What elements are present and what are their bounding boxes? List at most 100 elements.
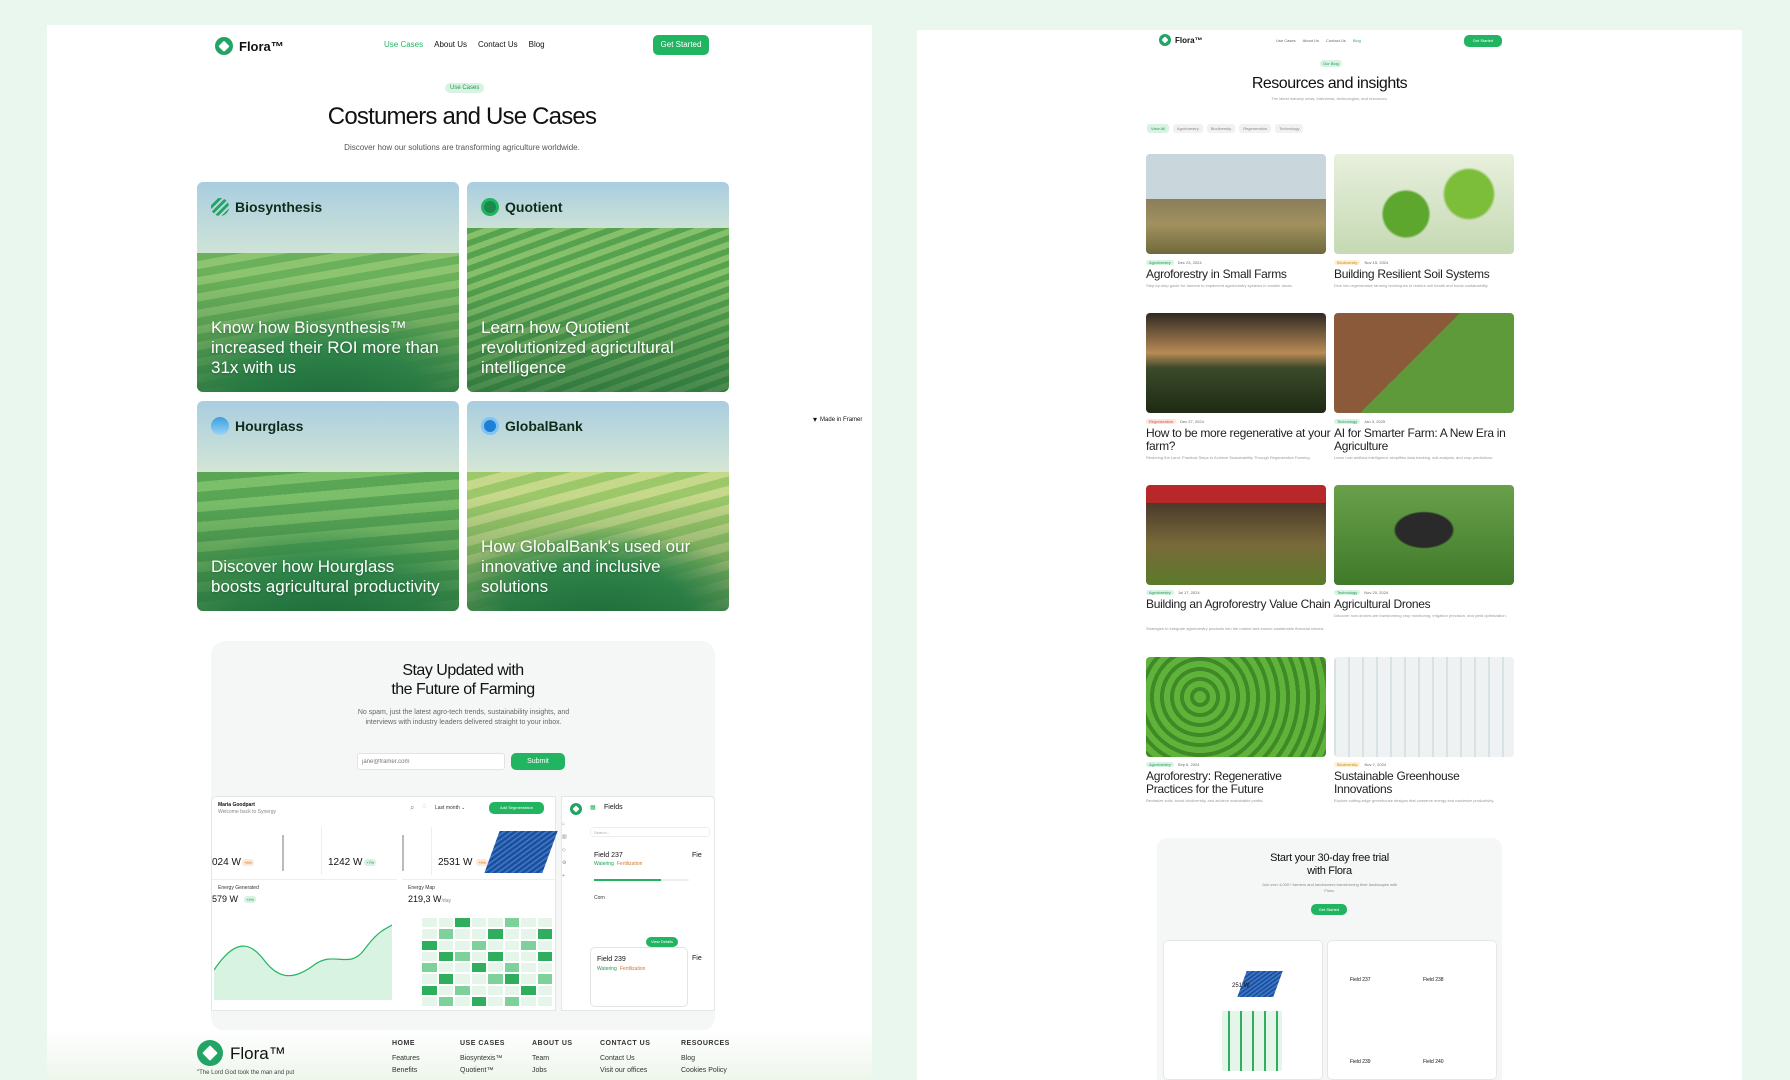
- search-icon[interactable]: ⌕: [410, 803, 414, 813]
- footer-link[interactable]: Visit our offices: [600, 1067, 650, 1074]
- post-image-greenhouse[interactable]: [1334, 657, 1514, 757]
- trial-get-started-button[interactable]: Get Started: [1311, 904, 1347, 915]
- globalbank-logo-icon: [481, 417, 499, 435]
- filter-biodiversity[interactable]: Biodiversity: [1206, 124, 1236, 133]
- post-desc: Restoring the Land: Practical Steps to A…: [1146, 455, 1310, 460]
- post-image-seedlings[interactable]: [1334, 154, 1514, 254]
- view-details-button[interactable]: View Details: [646, 937, 678, 947]
- post-title[interactable]: How to be more regenerative at your farm…: [1146, 427, 1331, 453]
- footer: Flora™ "The Lord God took the man and pu…: [47, 1030, 872, 1080]
- home-icon[interactable]: ⌂: [562, 821, 568, 827]
- case-card-quotient[interactable]: Quotient Learn how Quotient revolutioniz…: [467, 182, 729, 392]
- get-started-button[interactable]: Get Started: [1464, 35, 1502, 47]
- energy-line-chart: [214, 924, 393, 1000]
- metric-value: 024 W: [212, 857, 241, 868]
- post-title[interactable]: Agroforestry: Regenerative Practices for…: [1146, 770, 1331, 796]
- nav-link-contact[interactable]: Contact Us: [1326, 38, 1346, 43]
- field-tags: Watering Fertilization: [597, 966, 646, 972]
- growth-progress-bar: [594, 879, 689, 881]
- post-title[interactable]: Agroforestry in Small Farms: [1146, 268, 1331, 281]
- dashboard-welcome: Welcome back to Synergy: [218, 809, 276, 815]
- footer-link[interactable]: Benefits: [392, 1067, 420, 1074]
- post-image-aerial-field[interactable]: [1334, 313, 1514, 413]
- post-title[interactable]: AI for Smarter Farm: A New Era in Agricu…: [1334, 427, 1519, 453]
- filter-regeneration[interactable]: Regeneration: [1239, 124, 1272, 133]
- fields-search-input[interactable]: Search...: [590, 827, 710, 837]
- field-name: Field 238: [1423, 977, 1444, 983]
- post-title[interactable]: Building an Agroforestry Value Chain: [1146, 598, 1331, 611]
- email-input[interactable]: [357, 753, 505, 770]
- field-card[interactable]: Field 237 Watering Fertilization Corn Vi…: [594, 852, 689, 947]
- use-cases-page: Flora™ Use Cases About Us Contact Us Blo…: [47, 25, 872, 1080]
- case-card-biosynthesis[interactable]: Biosynthesis Know how Biosynthesis™ incr…: [197, 182, 459, 392]
- footer-link[interactable]: Quotient™: [460, 1067, 505, 1074]
- footer-link[interactable]: Features: [392, 1055, 420, 1062]
- quotient-logo-icon: [481, 198, 499, 216]
- card-text: Discover how Hourglass boosts agricultur…: [211, 557, 440, 596]
- map-icon[interactable]: ◇: [562, 847, 568, 853]
- get-started-button[interactable]: Get Started: [653, 35, 709, 55]
- nav-link-about[interactable]: About Us: [434, 40, 467, 49]
- filter-view-all[interactable]: View All: [1147, 124, 1169, 133]
- filter-technology[interactable]: Technology: [1275, 124, 1304, 133]
- post-desc: Learn how artificial intelligence simpli…: [1334, 455, 1494, 460]
- footer-brand: Flora™: [230, 1044, 286, 1063]
- add-segmentation-button[interactable]: Add Segmentation: [489, 802, 544, 814]
- period-select[interactable]: Last month ⌄: [435, 805, 465, 811]
- footer-link[interactable]: Blog: [681, 1055, 730, 1062]
- nav-link-blog[interactable]: Blog: [529, 40, 545, 49]
- flora-logo-icon: [1159, 34, 1171, 46]
- post-image-tractor-sunset[interactable]: [1146, 313, 1326, 413]
- brand-name[interactable]: Flora™: [1175, 36, 1203, 45]
- top-nav: Flora™ Use Cases About Us Contact Us Blo…: [215, 31, 761, 61]
- made-in-framer-badge[interactable]: ▾ Made in Framer: [813, 415, 862, 424]
- footer-link[interactable]: Team: [532, 1055, 573, 1062]
- field-card[interactable]: Field 239 Watering Fertilization: [590, 947, 688, 1007]
- grid-icon[interactable]: ▦: [590, 804, 596, 811]
- nav-link-blog[interactable]: Blog: [1353, 38, 1361, 43]
- bell-icon[interactable]: ◌: [422, 803, 426, 810]
- post-meta: Biodiversity Nov 7, 2024: [1334, 762, 1386, 767]
- post-title[interactable]: Agricultural Drones: [1334, 598, 1519, 611]
- filter-agroforestry[interactable]: Agroforestry: [1172, 124, 1203, 133]
- framer-icon: ▾: [813, 415, 818, 424]
- post-meta: Agroforestry Sep 6, 2024: [1146, 762, 1199, 767]
- footer-link[interactable]: Cookies Policy: [681, 1067, 730, 1074]
- footer-link[interactable]: Contact Us: [600, 1055, 650, 1062]
- footer-col-contact: CONTACT US Contact Us Visit our offices: [600, 1040, 651, 1074]
- heatmap-grid: [422, 918, 552, 1006]
- field-name: Field 237: [594, 852, 623, 859]
- post-image-drone[interactable]: [1334, 485, 1514, 585]
- flora-logo-icon: [215, 37, 233, 55]
- nav-link-about[interactable]: About Us: [1303, 38, 1319, 43]
- case-card-hourglass[interactable]: Hourglass Discover how Hourglass boosts …: [197, 401, 459, 611]
- post-desc: Explore cutting-edge greenhouse designs …: [1334, 798, 1495, 803]
- post-image-lettuce[interactable]: [1146, 657, 1326, 757]
- post-image-market[interactable]: [1146, 485, 1326, 585]
- post-meta: Agroforestry Jul 17, 2024: [1146, 590, 1200, 595]
- solar-panel-icon: [484, 831, 558, 873]
- brand-name[interactable]: Flora™: [239, 39, 284, 54]
- settings-icon[interactable]: ⚙: [562, 860, 568, 866]
- post-title[interactable]: Sustainable Greenhouse Innovations: [1334, 770, 1519, 796]
- nav-link-use-cases[interactable]: Use Cases: [1276, 38, 1296, 43]
- heatmap-grid: [1222, 1011, 1282, 1071]
- metric-badge: +8%: [242, 859, 255, 866]
- page-subtitle: The latest industry news, interviews, te…: [1271, 96, 1388, 101]
- energy-value: 579 W: [212, 894, 239, 904]
- chart-icon[interactable]: ▥: [562, 834, 568, 840]
- case-card-globalbank[interactable]: GlobalBank How GlobalBank's used our inn…: [467, 401, 729, 611]
- nav-link-contact[interactable]: Contact Us: [478, 40, 518, 49]
- footer-link[interactable]: Jobs: [532, 1067, 573, 1074]
- post-meta: Technology Jan 3, 2025: [1334, 419, 1385, 424]
- turbine-icon: [402, 835, 404, 871]
- post-image-farm-horse[interactable]: [1146, 154, 1326, 254]
- nav-link-use-cases[interactable]: Use Cases: [384, 40, 423, 49]
- submit-button[interactable]: Submit: [511, 753, 565, 770]
- plus-icon[interactable]: +: [562, 873, 568, 879]
- post-title[interactable]: Building Resilient Soil Systems: [1334, 268, 1519, 281]
- footer-col-about: ABOUT US Team Jobs: [532, 1040, 573, 1074]
- footer-col-resources: RESOURCES Blog Cookies Policy: [681, 1040, 730, 1074]
- footer-col-home: HOME Features Benefits: [392, 1040, 420, 1074]
- footer-link[interactable]: Biosyntexis™: [460, 1055, 505, 1062]
